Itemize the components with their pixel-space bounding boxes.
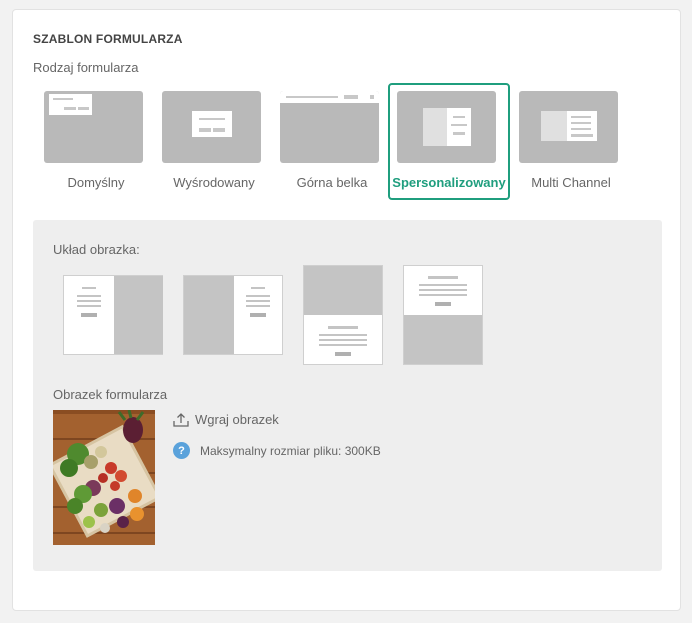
default-thumbnail — [44, 91, 143, 163]
image-settings-panel: Układ obrazka: Obrazek formularza Wgraj … — [33, 220, 662, 571]
form-image-preview — [53, 410, 155, 545]
layout-image-top[interactable] — [303, 265, 383, 365]
image-layout-label: Układ obrazka: — [53, 242, 140, 257]
form-type-label-centered: Wyśrodowany — [173, 175, 255, 190]
layout-image-bottom[interactable] — [403, 265, 483, 365]
form-type-label-multi-channel: Multi Channel — [531, 175, 611, 190]
upload-image-button[interactable]: Wgraj obrazek — [173, 412, 279, 427]
layout-image-right[interactable] — [63, 275, 163, 355]
layout-image-left[interactable] — [183, 275, 283, 355]
form-image-label: Obrazek formularza — [53, 387, 168, 402]
help-icon[interactable]: ? — [173, 442, 190, 459]
form-type-multi-channel[interactable]: Multi Channel — [510, 83, 632, 200]
form-type-centered[interactable]: Wyśrodowany — [153, 83, 275, 200]
centered-thumbnail — [162, 91, 261, 163]
form-type-label-default: Domyślny — [67, 175, 125, 190]
form-type-label-top-bar: Górna belka — [296, 175, 368, 190]
multi-channel-thumbnail — [519, 91, 618, 163]
form-type-label: Rodzaj formularza — [33, 60, 139, 75]
max-size-info: ? Maksymalny rozmiar pliku: 300KB — [173, 442, 381, 459]
section-title: SZABLON FORMULARZA — [33, 32, 183, 46]
max-size-text: Maksymalny rozmiar pliku: 300KB — [200, 443, 381, 458]
form-type-personalized[interactable]: Spersonalizowany — [388, 83, 510, 200]
upload-image-label: Wgraj obrazek — [195, 412, 279, 427]
form-type-top-bar[interactable]: Górna belka — [271, 83, 393, 200]
personalized-thumbnail — [397, 91, 496, 163]
form-template-card: SZABLON FORMULARZA Rodzaj formularza Dom… — [12, 9, 681, 611]
upload-icon — [173, 412, 189, 427]
form-type-default[interactable]: Domyślny — [35, 83, 157, 200]
top-bar-thumbnail — [280, 91, 379, 163]
form-type-label-personalized: Spersonalizowany — [392, 175, 506, 190]
